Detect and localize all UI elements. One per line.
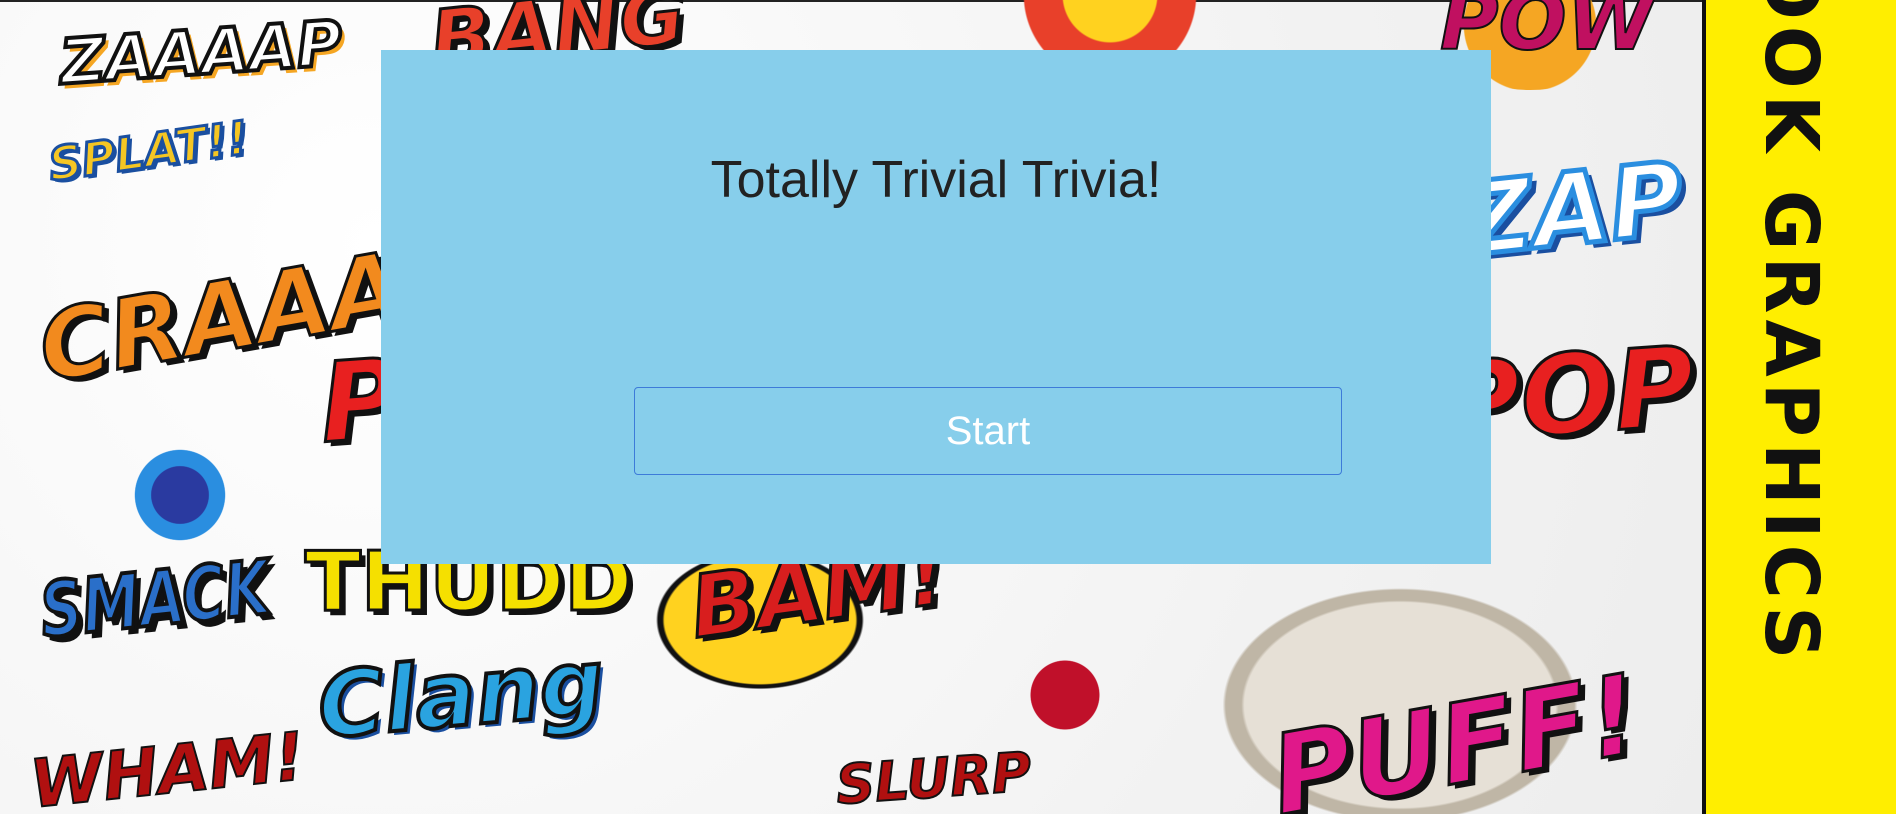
start-button[interactable]: Start	[634, 387, 1342, 475]
page-title: Totally Trivial Trivia!	[710, 151, 1162, 209]
bg-word-zaaaap: ZAAAAP	[56, 4, 347, 101]
bg-word-splat: SPLAT!!	[44, 109, 253, 193]
banner-text: COMIC BOOK GRAPHICS	[1748, 0, 1834, 666]
trivia-start-panel: Totally Trivial Trivia! Start	[381, 50, 1491, 564]
comic-book-graphics-banner: COMIC BOOK GRAPHICS	[1702, 0, 1896, 814]
red-splat-decoration	[1000, 640, 1130, 750]
bg-word-slurp: SLURP	[833, 739, 1034, 814]
bg-word-wham: WHAM!	[26, 717, 309, 814]
bg-word-clang: Clang	[312, 628, 610, 762]
ink-splash-decoration	[120, 440, 240, 550]
bg-word-smack: SMACK	[34, 541, 276, 656]
